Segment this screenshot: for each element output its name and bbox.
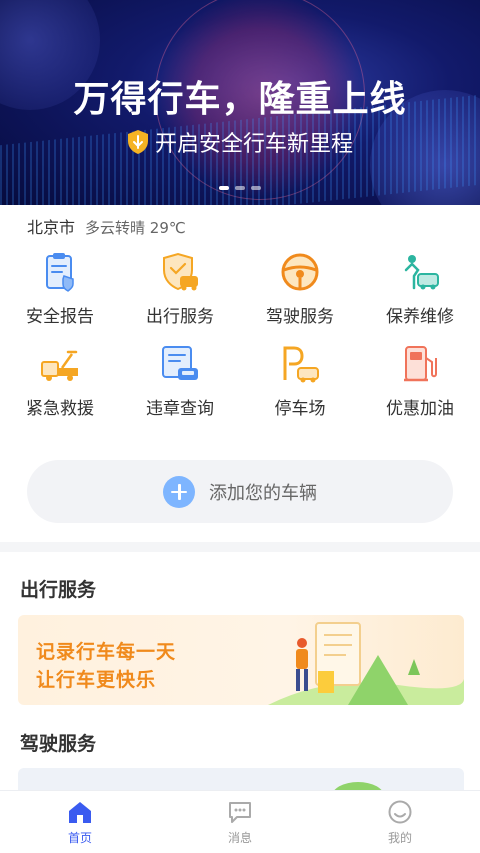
message-icon bbox=[229, 801, 251, 823]
weather-city: 北京市 bbox=[27, 218, 76, 237]
service-label: 优惠加油 bbox=[386, 399, 454, 419]
service-grid: 安全报告 出行服务 驾驶服务 保养维修 紧急救援 违章查询 停车场 优惠加油 bbox=[0, 250, 480, 422]
plus-icon bbox=[163, 475, 195, 508]
add-vehicle-label: 添加您的车辆 bbox=[209, 482, 317, 504]
service-label: 驾驶服务 bbox=[266, 307, 334, 327]
carousel-dot[interactable] bbox=[219, 186, 229, 190]
maintenance-icon bbox=[404, 255, 439, 290]
section-title-driving: 驾驶服务 bbox=[20, 733, 97, 755]
shield-icon bbox=[127, 130, 148, 154]
nav-label: 首页 bbox=[67, 830, 92, 845]
service-label: 出行服务 bbox=[146, 307, 214, 327]
promo-banner[interactable]: 万得行车，隆重上线 开启安全行车新里程 bbox=[0, 0, 480, 205]
tow-truck-icon bbox=[41, 350, 78, 381]
service-travel[interactable]: 出行服务 bbox=[120, 250, 240, 330]
weather-condition: 多云转晴 29℃ bbox=[85, 219, 186, 237]
service-label: 违章查询 bbox=[146, 399, 214, 419]
nav-messages[interactable]: 消息 bbox=[160, 791, 320, 853]
service-emergency-rescue[interactable]: 紧急救援 bbox=[0, 342, 120, 422]
parking-icon bbox=[283, 346, 319, 383]
service-safety-report[interactable]: 安全报告 bbox=[0, 250, 120, 330]
service-parking[interactable]: 停车场 bbox=[240, 342, 360, 422]
service-label: 紧急救援 bbox=[26, 399, 94, 419]
service-maintenance[interactable]: 保养维修 bbox=[360, 250, 480, 330]
violation-query-icon bbox=[162, 346, 198, 380]
home-icon bbox=[69, 801, 91, 823]
app-screen: 万得行车，隆重上线 开启安全行车新里程 北京市 多云转晴 29℃ 安全报告 出行… bbox=[0, 0, 480, 853]
bottom-nav: 首页 消息 我的 bbox=[0, 790, 480, 853]
carousel-indicator bbox=[0, 186, 480, 190]
nav-profile[interactable]: 我的 bbox=[320, 791, 480, 853]
section-title-travel: 出行服务 bbox=[20, 579, 97, 601]
service-fuel-discount[interactable]: 优惠加油 bbox=[360, 342, 480, 422]
safety-report-icon bbox=[46, 253, 74, 292]
banner-subtitle: 开启安全行车新里程 bbox=[154, 132, 353, 157]
banner-subtitle-row: 开启安全行车新里程 bbox=[0, 126, 480, 158]
nav-label: 我的 bbox=[387, 830, 412, 845]
nav-home[interactable]: 首页 bbox=[0, 791, 160, 853]
service-driving[interactable]: 驾驶服务 bbox=[240, 250, 360, 330]
service-label: 停车场 bbox=[274, 399, 326, 419]
service-label: 安全报告 bbox=[26, 307, 94, 327]
section-divider bbox=[0, 542, 480, 552]
card-line-2: 让行车更快乐 bbox=[36, 669, 157, 691]
travel-banner-card[interactable]: 记录行车每一天 让行车更快乐 bbox=[18, 615, 464, 705]
service-violation-query[interactable]: 违章查询 bbox=[120, 342, 240, 422]
carousel-dot[interactable] bbox=[251, 186, 261, 190]
service-label: 保养维修 bbox=[386, 307, 454, 327]
card-line-1: 记录行车每一天 bbox=[36, 641, 177, 663]
add-vehicle-button[interactable]: 添加您的车辆 bbox=[27, 460, 453, 523]
weather-bar[interactable]: 北京市 多云转晴 29℃ bbox=[27, 214, 186, 238]
fuel-pump-icon bbox=[404, 346, 437, 382]
nav-label: 消息 bbox=[227, 830, 252, 845]
travel-illustration bbox=[268, 622, 464, 705]
travel-service-icon bbox=[163, 252, 198, 291]
profile-icon bbox=[388, 800, 412, 823]
banner-title: 万得行车，隆重上线 bbox=[73, 79, 407, 120]
steering-wheel-icon bbox=[281, 253, 319, 291]
carousel-dot[interactable] bbox=[235, 186, 245, 190]
